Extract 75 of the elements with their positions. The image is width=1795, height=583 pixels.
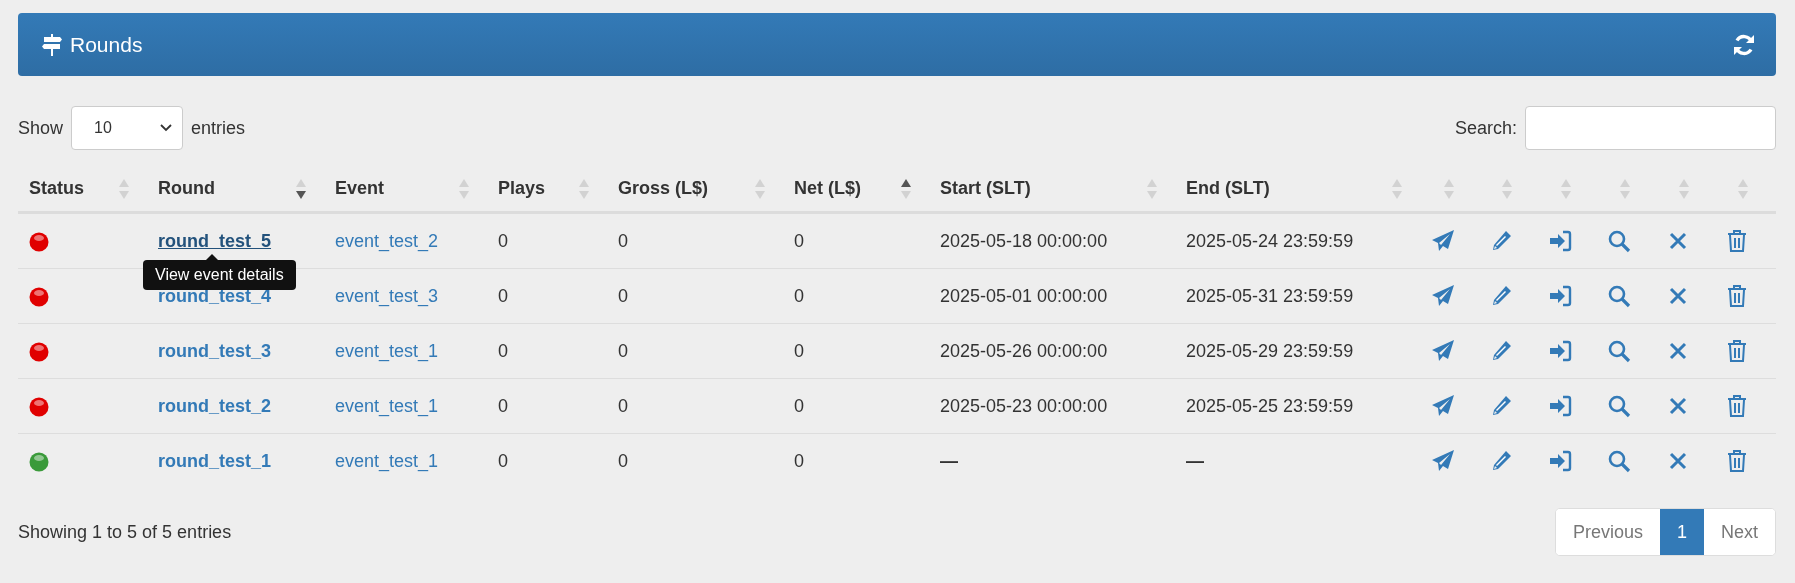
table-cell: 2025-05-26 00:00:00 [940, 340, 1108, 361]
table-cell: 0 [618, 450, 628, 471]
table-info: Showing 1 to 5 of 5 entries [18, 521, 232, 543]
column-header[interactable]: Start (SLT) [929, 165, 1175, 213]
table-cell: 2025-05-31 23:59:59 [1186, 285, 1354, 306]
trash-icon[interactable] [1725, 339, 1749, 363]
event-link[interactable]: event_test_3 [335, 285, 439, 306]
round-link[interactable]: round_test_1 [158, 450, 272, 471]
column-header[interactable]: Plays [487, 165, 607, 213]
table-cell: 2025-05-24 23:59:59 [1186, 230, 1354, 251]
send-icon[interactable] [1431, 449, 1455, 473]
table-cell: 0 [618, 230, 628, 251]
send-icon[interactable] [1431, 339, 1455, 363]
table-cell: 0 [498, 230, 508, 251]
search-icon[interactable] [1607, 284, 1631, 308]
show-label: Show [18, 117, 64, 139]
round-link[interactable]: round_test_2 [158, 395, 272, 416]
event-link[interactable]: event_test_1 [335, 340, 439, 361]
send-icon[interactable] [1431, 229, 1455, 253]
entries-label: entries [191, 117, 246, 139]
send-icon[interactable] [1431, 284, 1455, 308]
column-header[interactable]: Gross (L$) [607, 165, 783, 213]
event-link[interactable]: event_test_1 [335, 395, 439, 416]
sign-in-icon[interactable] [1548, 284, 1572, 308]
tooltip: View event details [143, 260, 296, 290]
column-header[interactable]: Round [147, 165, 324, 213]
table-cell: — [940, 450, 958, 471]
search-icon[interactable] [1607, 229, 1631, 253]
column-header[interactable]: Event [324, 165, 487, 213]
column-header[interactable]: Status [18, 165, 147, 213]
column-header[interactable]: End (SLT) [1175, 165, 1420, 213]
table-cell: 0 [498, 450, 508, 471]
table-cell: 2025-05-18 00:00:00 [940, 230, 1108, 251]
table-cell: 0 [794, 450, 804, 471]
event-link[interactable]: event_test_1 [335, 450, 439, 471]
panel-title: Rounds [70, 32, 143, 57]
table-cell: 2025-05-23 00:00:00 [940, 395, 1108, 416]
chevron-icon [160, 124, 173, 132]
round-link[interactable]: round_test_5 [158, 230, 272, 251]
table-cell: 0 [794, 285, 804, 306]
search-icon[interactable] [1607, 339, 1631, 363]
trash-icon[interactable] [1725, 449, 1749, 473]
trash-icon[interactable] [1725, 284, 1749, 308]
table-cell: 2025-05-29 23:59:59 [1186, 340, 1354, 361]
table-cell: 2025-05-25 23:59:59 [1186, 395, 1354, 416]
column-header[interactable]: Net (L$) [783, 165, 929, 213]
table-cell: 0 [498, 340, 508, 361]
table-cell: 0 [618, 395, 628, 416]
table-cell: 0 [498, 395, 508, 416]
table-cell: 0 [794, 395, 804, 416]
sign-in-icon[interactable] [1548, 339, 1572, 363]
entries-select[interactable]: 10 [71, 106, 184, 150]
trash-icon[interactable] [1725, 229, 1749, 253]
search-icon[interactable] [1607, 449, 1631, 473]
table-cell: 0 [618, 285, 628, 306]
refresh-icon[interactable] [1732, 32, 1756, 57]
search-field[interactable] [1525, 106, 1776, 150]
table-cell: 0 [794, 230, 804, 251]
sign-in-icon[interactable] [1548, 449, 1572, 473]
sign-in-icon[interactable] [1548, 229, 1572, 253]
tooltip-arrow [206, 254, 218, 260]
pagination-button[interactable]: 1 [1659, 509, 1704, 555]
table-cell: — [1186, 450, 1204, 471]
trash-icon[interactable] [1725, 394, 1749, 418]
table-cell: 0 [498, 285, 508, 306]
search-label: Search: [1454, 117, 1517, 139]
table-cell: 2025-05-01 00:00:00 [940, 285, 1108, 306]
round-link[interactable]: round_test_3 [158, 340, 272, 361]
event-link[interactable]: event_test_2 [335, 230, 439, 251]
send-icon[interactable] [1431, 394, 1455, 418]
search-icon[interactable] [1607, 394, 1631, 418]
signpost-icon [42, 33, 62, 56]
table-cell: 0 [618, 340, 628, 361]
sign-in-icon[interactable] [1548, 394, 1572, 418]
table-cell: 0 [794, 340, 804, 361]
